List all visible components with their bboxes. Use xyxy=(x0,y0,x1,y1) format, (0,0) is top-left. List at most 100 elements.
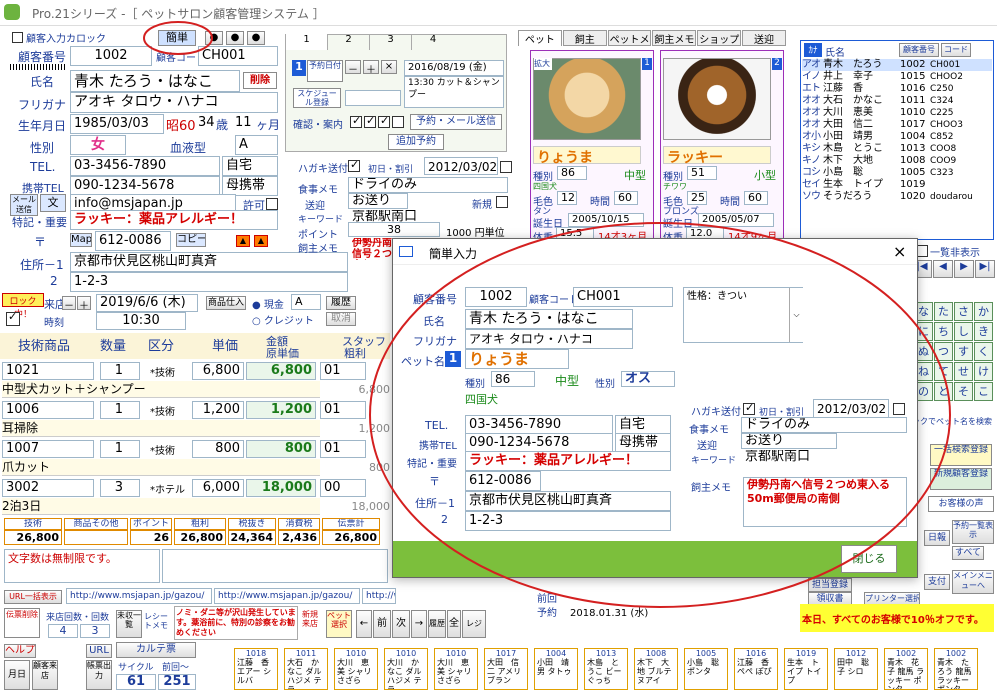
sales-staff[interactable]: 01 xyxy=(320,362,366,380)
customer-lock-checkbox[interactable] xyxy=(12,31,23,43)
enlarge-badge[interactable]: 拡大 xyxy=(534,58,552,70)
reservation-list-button[interactable]: 予約一覧表示 xyxy=(952,520,994,544)
register-button[interactable]: レジ xyxy=(462,610,486,638)
pet1-birth[interactable]: 2005/10/15 xyxy=(568,213,644,227)
simple-entry-button[interactable]: 簡単 xyxy=(158,30,196,46)
monthly-button[interactable]: 月日 xyxy=(4,660,30,690)
note-field[interactable]: ラッキー：薬品アレルギー！ xyxy=(70,210,278,230)
kana-key[interactable]: き xyxy=(974,322,993,341)
addr1-field[interactable]: 京都市伏見区桃山町真斉 xyxy=(70,252,348,272)
credit-radio[interactable]: ○ クレジット xyxy=(252,312,314,327)
pet-photo-1[interactable] xyxy=(533,58,641,140)
sales-code[interactable]: 1006 xyxy=(2,401,94,419)
footer-card[interactable]: 1017 大田 信二 アメリ ブラン xyxy=(484,648,528,690)
customer-list-rows[interactable]: アオ青木 たろう 1002 CH001 イノ井上 幸子 1015 CHOO2 エト江藤 香1… xyxy=(802,59,992,203)
booking-tab-3[interactable]: 3 xyxy=(370,34,412,50)
reserve-date-button[interactable]: 予約日付 xyxy=(307,60,343,82)
pet-photo-2[interactable] xyxy=(663,58,771,140)
confirm-checkbox-3[interactable] xyxy=(378,114,390,128)
footer-card[interactable]: 1019 生本 トイプ トイプ xyxy=(784,648,828,690)
url-field-1[interactable]: http://www.msjapan.jp/gazou/ xyxy=(66,588,212,604)
sales-qty[interactable]: 1 xyxy=(100,440,140,458)
daily-report-button[interactable]: 日報 xyxy=(924,530,950,546)
footer-card[interactable]: 1016 江藤 香 ぺぺ ぽぴ xyxy=(734,648,778,690)
footer-card-strip[interactable]: 1018 江藤 香 エアー シルバ 1011 大石 かなこ ダル ハジメ テラ 1010… xyxy=(234,648,994,694)
main-menu-button[interactable]: メインメニューへ xyxy=(952,570,994,594)
goods-stock-button[interactable]: 商品仕入 xyxy=(206,296,246,310)
sales-price[interactable]: 6,000 xyxy=(192,479,244,497)
booking-tabs[interactable]: 1 2 3 4 xyxy=(286,34,454,50)
lock-checkbox[interactable] xyxy=(6,310,20,326)
slip-delete-button[interactable]: 伝票削除 xyxy=(4,608,40,638)
dlg-pet-name[interactable]: りょうま xyxy=(465,349,569,369)
food-field[interactable]: ドライのみ xyxy=(348,177,508,193)
footer-card[interactable]: 1002 青木 花子 龍馬 ラッキー ポンタ xyxy=(884,648,928,690)
record-output-button[interactable]: 帳票出力 xyxy=(86,660,112,690)
list-item[interactable]: オオ大田 信二 1017 CHOO3 xyxy=(802,119,992,131)
nav-buttons[interactable]: |◀ ◀ ▶ ▶| xyxy=(912,260,995,278)
table-row[interactable]: 1006 1 *技術 1,200 1,200 01 1,200 耳掃除 xyxy=(0,401,390,440)
cancel-button[interactable]: 取消 xyxy=(326,312,356,326)
footer-card[interactable]: 1008 木下 大地 ブルテ ヌアイ xyxy=(634,648,678,690)
date-add-button[interactable]: ＋ xyxy=(363,60,379,74)
footer-card[interactable]: 1004 小田 靖男 タトゥ xyxy=(534,648,578,690)
booking-tab-2[interactable]: 2 xyxy=(328,34,370,50)
footer-card[interactable]: 1010 大川 かなこ ダル ハジメ テラ xyxy=(384,648,428,690)
footer-card[interactable]: 1010 大川 恵美 シャリ さざら xyxy=(334,648,378,690)
table-row[interactable]: 1021 1 *技術 6,800 6,800 01 6,800 中型犬カット＋シャンプー xyxy=(0,362,390,401)
pet-tab-owner-memo[interactable]: 飼主メモ xyxy=(652,30,697,46)
sales-qty[interactable]: 1 xyxy=(100,362,140,380)
sales-price[interactable]: 800 xyxy=(192,440,244,458)
kana-field[interactable]: アオキ タロウ・ハナコ xyxy=(70,92,278,113)
postcard-checkbox[interactable] xyxy=(348,158,360,172)
date-clear-button[interactable]: × xyxy=(381,60,397,74)
kana-key[interactable]: ち xyxy=(934,322,953,341)
customer-code-field[interactable]: CH001 xyxy=(198,46,278,66)
view-button-2[interactable]: ● xyxy=(226,31,244,45)
dlg-owner-memo[interactable]: 伊勢丹南へ信号２つめ東入る50m郵便局の南側 xyxy=(743,477,907,527)
list-item[interactable]: コシ小島 聡 1005 C323 xyxy=(802,167,992,179)
kana-key[interactable]: こ xyxy=(974,382,993,401)
nav-next-button[interactable]: ▶ xyxy=(954,260,974,278)
customer-no-field[interactable]: 1002 xyxy=(70,46,152,66)
bulk-search-button[interactable]: 一括検索登録 xyxy=(930,444,992,466)
list-item[interactable]: エト江藤 香 1016 C250 xyxy=(802,83,992,95)
add-reservation-button[interactable]: 追加予約 xyxy=(388,134,444,150)
dlg-mobile-type[interactable]: 母携帯 xyxy=(615,433,671,453)
pet-tab-transfer[interactable]: 送迎 xyxy=(742,30,786,46)
history-button[interactable]: 履歴 xyxy=(326,296,356,310)
list-kana-tab[interactable]: ｶﾅ xyxy=(804,43,822,57)
map-button[interactable]: Map xyxy=(70,233,92,247)
sales-code[interactable]: 3002 xyxy=(2,479,94,497)
unpaid-list-button[interactable]: 未収一覧 xyxy=(116,610,142,638)
pet2-time[interactable]: 60 xyxy=(744,191,768,205)
pet-tab-pet-memo[interactable]: ペットメモ xyxy=(607,30,652,61)
kana-key[interactable]: す xyxy=(954,342,973,361)
help-button[interactable]: ヘルプ xyxy=(4,644,36,658)
footer-card[interactable]: 1011 大石 かなこ ダル ハジメ テラ xyxy=(284,648,328,690)
mobile-field[interactable]: 090-1234-5678 xyxy=(70,176,220,196)
confirm-checkbox-2[interactable] xyxy=(364,114,376,128)
permit-checkbox[interactable] xyxy=(266,198,278,210)
dialog-close-button[interactable]: 閉じる xyxy=(841,545,897,573)
footer-card[interactable]: 1002 青木 たろう 龍馬 ラッキー ポンタ xyxy=(934,648,978,690)
list-code-header[interactable]: コード xyxy=(941,43,971,57)
all-button[interactable]: すべて xyxy=(952,546,984,560)
footer-card[interactable]: 1012 田中 聡子 シロ xyxy=(834,648,878,690)
dlg-first-date[interactable]: 2012/03/02 xyxy=(813,399,889,419)
dlg-send-select[interactable]: お送り xyxy=(741,433,837,449)
delete-button[interactable]: 削除 xyxy=(243,72,277,89)
new-customer-button[interactable]: 新規顧客登録 xyxy=(930,468,992,490)
kana-key[interactable]: け xyxy=(974,362,993,381)
table-row[interactable]: 3002 3 *ホテル 6,000 18,000 00 18,000 2泊3日 xyxy=(0,479,390,518)
sales-staff[interactable]: 00 xyxy=(320,479,366,497)
footer-card[interactable]: 1010 大川 恵美 シャリ さざら xyxy=(434,648,478,690)
tel-type-select[interactable]: 自宅 xyxy=(222,156,278,176)
dlg-first-checkbox[interactable] xyxy=(893,403,905,415)
url-button[interactable]: URL xyxy=(86,644,112,658)
kana-key[interactable]: た xyxy=(934,302,953,321)
booking-detail-field[interactable]: 13:30 カット＆シャンプー xyxy=(404,76,504,108)
customer-voice-button[interactable]: お客様の声 xyxy=(928,496,994,512)
kana-key[interactable]: さ xyxy=(954,302,973,321)
prev-button[interactable]: 前 xyxy=(373,610,391,638)
